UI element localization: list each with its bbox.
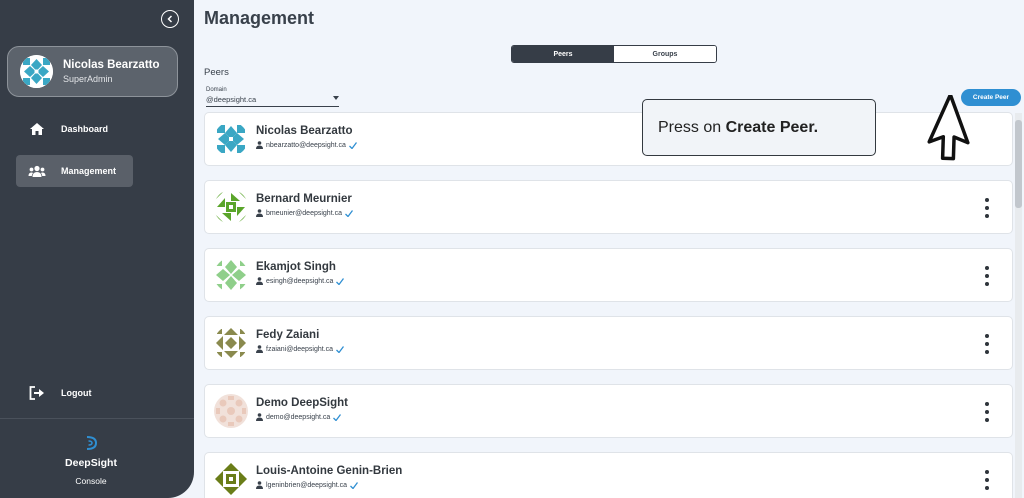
peer-email: fzaiani@deepsight.ca xyxy=(266,345,334,353)
deepsight-logo-icon xyxy=(86,436,98,450)
tab-peers[interactable]: Peers xyxy=(512,46,614,62)
tooltip-emphasis: Create Peer. xyxy=(725,118,819,136)
pointer-cursor-icon xyxy=(927,95,970,161)
sidebar-item-label: Management xyxy=(61,166,117,176)
list-item[interactable]: Bernard Meurnier bmeunier@deepsight.ca xyxy=(204,180,1013,234)
tooltip-text: Press on xyxy=(658,118,726,136)
peer-email: nbearzatto@deepsight.ca xyxy=(266,141,346,149)
list-item[interactable]: Nicolas Bearzatto nbearzatto@deepsight.c… xyxy=(204,112,1013,166)
collapse-sidebar-button[interactable] xyxy=(161,10,179,28)
sidebar: Nicolas Bearzatto SuperAdmin Dashboard M… xyxy=(0,0,194,498)
avatar xyxy=(20,55,53,88)
user-profile-card[interactable]: Nicolas Bearzatto SuperAdmin xyxy=(7,46,178,97)
chevron-left-icon xyxy=(167,15,173,23)
person-icon xyxy=(256,277,263,285)
more-options-icon[interactable] xyxy=(982,266,992,286)
peer-email: esingh@deepsight.ca xyxy=(266,277,334,285)
verified-check-icon xyxy=(348,141,357,149)
domain-select-field[interactable]: @deepsight.ca xyxy=(206,95,339,107)
logout-button[interactable]: Logout xyxy=(16,377,133,409)
list-item[interactable]: Fedy Zaiani fzaiani@deepsight.ca xyxy=(204,316,1013,370)
peer-name: Fedy Zaiani xyxy=(256,329,320,341)
sidebar-item-management[interactable]: Management xyxy=(16,155,133,187)
divider xyxy=(0,418,194,419)
user-name: Nicolas Bearzatto xyxy=(63,59,160,71)
brand-subtitle: Console xyxy=(75,476,107,486)
page-title: Management xyxy=(204,8,315,28)
verified-check-icon xyxy=(336,277,345,285)
verified-check-icon xyxy=(336,345,345,353)
person-icon xyxy=(256,413,263,421)
person-icon xyxy=(256,141,263,149)
more-options-icon[interactable] xyxy=(982,198,992,218)
brand-name: DeepSight xyxy=(65,457,117,469)
verified-check-icon xyxy=(345,209,353,217)
caret-down-icon xyxy=(333,96,339,100)
avatar xyxy=(214,462,248,496)
avatar xyxy=(214,122,248,156)
scrollbar-thumb[interactable] xyxy=(1015,120,1022,208)
peer-email: demo@deepsight.ca xyxy=(266,413,331,421)
logout-icon xyxy=(28,385,46,401)
section-label: Peers xyxy=(204,67,229,78)
more-options-icon[interactable] xyxy=(982,334,992,354)
person-icon xyxy=(256,209,263,217)
peer-name: Ekamjot Singh xyxy=(256,261,336,273)
person-icon xyxy=(256,481,263,489)
sidebar-item-dashboard[interactable]: Dashboard xyxy=(16,113,133,145)
peer-name: Nicolas Bearzatto xyxy=(256,125,353,137)
users-icon xyxy=(28,163,46,179)
logout-label: Logout xyxy=(61,388,92,398)
avatar xyxy=(214,258,248,292)
domain-select[interactable]: Domain @deepsight.ca xyxy=(206,87,339,107)
home-icon xyxy=(28,121,46,137)
sidebar-item-label: Dashboard xyxy=(61,124,109,134)
domain-label: Domain xyxy=(206,87,227,93)
peer-name: Bernard Meurnier xyxy=(256,193,352,205)
avatar xyxy=(214,394,248,428)
verified-check-icon xyxy=(333,413,342,421)
avatar xyxy=(214,190,248,224)
peers-groups-toggle: Peers Groups xyxy=(511,45,717,63)
avatar xyxy=(214,326,248,360)
user-role: SuperAdmin xyxy=(63,74,113,84)
peer-email: bmeunier@deepsight.ca xyxy=(266,209,342,217)
more-options-icon[interactable] xyxy=(982,402,992,422)
list-item[interactable]: Demo DeepSight demo@deepsight.ca xyxy=(204,384,1013,438)
more-options-icon[interactable] xyxy=(982,470,992,490)
list-item[interactable]: Louis-Antoine Genin-Brien lgeninbrien@de… xyxy=(204,452,1013,498)
domain-value: @deepsight.ca xyxy=(206,95,257,104)
peer-name: Louis-Antoine Genin-Brien xyxy=(256,465,403,477)
tab-groups[interactable]: Groups xyxy=(614,46,716,62)
verified-check-icon xyxy=(350,481,359,489)
person-icon xyxy=(256,345,263,353)
tutorial-tooltip: Press on Create Peer. xyxy=(642,99,876,156)
peer-name: Demo DeepSight xyxy=(256,397,349,409)
peer-email: lgeninbrien@deepsight.ca xyxy=(266,481,348,489)
list-item[interactable]: Ekamjot Singh esingh@deepsight.ca xyxy=(204,248,1013,302)
